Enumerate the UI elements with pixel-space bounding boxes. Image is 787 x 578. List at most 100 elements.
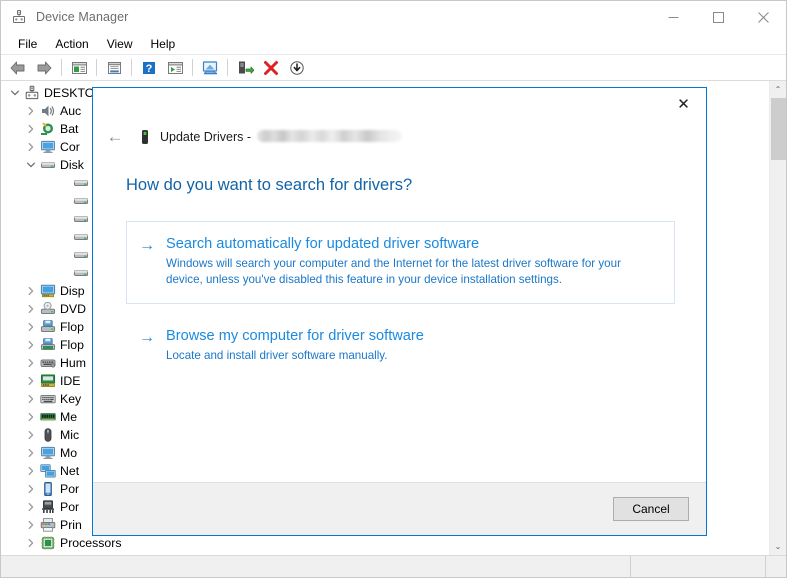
toolbar-separator <box>227 59 228 76</box>
window-title: Device Manager <box>36 10 129 24</box>
arrow-right-icon: → <box>139 329 155 346</box>
disable-device-icon[interactable] <box>285 57 309 79</box>
tree-row-label: DESKTO <box>44 86 95 100</box>
chevron-right-icon[interactable] <box>23 517 39 533</box>
floppy-drive-icon <box>39 319 56 335</box>
tree-row-label: Mic <box>60 428 80 442</box>
toolbar-separator <box>96 59 97 76</box>
dialog-title: Update Drivers - <box>160 130 403 144</box>
chevron-right-icon[interactable] <box>23 463 39 479</box>
dialog-title-bar: ✕ <box>93 88 706 120</box>
chevron-right-icon[interactable] <box>23 319 39 335</box>
cancel-button[interactable]: Cancel <box>613 497 689 521</box>
dvd-drive-icon <box>39 301 56 317</box>
battery-icon <box>39 121 56 137</box>
chevron-right-icon[interactable] <box>23 355 39 371</box>
browse-my-computer-option[interactable]: → Browse my computer for driver software… <box>126 313 675 381</box>
status-segment-2 <box>631 556 766 577</box>
menu-bar: File Action View Help <box>1 33 786 55</box>
dialog-title-prefix: Update Drivers - <box>160 130 255 144</box>
back-icon[interactable] <box>6 57 30 79</box>
chevron-right-icon[interactable] <box>23 337 39 353</box>
chevron-right-icon[interactable] <box>23 301 39 317</box>
option-title: Search automatically for updated driver … <box>166 236 480 252</box>
option-text: Browse my computer for driver software L… <box>166 327 658 364</box>
chevron-down-icon[interactable] <box>7 85 23 101</box>
memory-icon <box>39 409 56 425</box>
show-hide-console-tree-icon[interactable] <box>67 57 91 79</box>
ide-controller-icon <box>39 373 56 389</box>
network-adapter-icon <box>39 463 56 479</box>
update-drivers-dialog: ✕ ← Update Drivers - How do you want to … <box>92 87 707 536</box>
toolbar: ? <box>1 55 786 81</box>
device-manager-icon <box>11 9 27 25</box>
chevron-down-icon[interactable] <box>23 157 39 173</box>
chevron-right-icon[interactable] <box>23 373 39 389</box>
tree-row-label: Bat <box>60 122 79 136</box>
window-title-bar: Device Manager <box>1 1 786 33</box>
forward-icon[interactable] <box>32 57 56 79</box>
menu-file[interactable]: File <box>9 34 46 54</box>
properties-icon[interactable] <box>102 57 126 79</box>
disk-drive-icon <box>72 193 89 209</box>
chevron-right-icon[interactable] <box>23 445 39 461</box>
chevron-right-icon[interactable] <box>23 121 39 137</box>
option-description: Windows will search your computer and th… <box>166 257 621 286</box>
back-arrow-icon[interactable]: ← <box>101 123 129 151</box>
maximize-button[interactable] <box>696 1 741 33</box>
tree-row[interactable]: Processors <box>1 534 769 552</box>
disk-drive-icon <box>72 175 89 191</box>
menu-help[interactable]: Help <box>142 34 185 54</box>
tree-vertical-scrollbar[interactable]: ⌃ ⌄ <box>769 81 786 555</box>
toolbar-separator <box>192 59 193 76</box>
tree-row-label: Mo <box>60 446 78 460</box>
minimize-button[interactable] <box>651 1 696 33</box>
tree-row-label: Flop <box>60 338 84 352</box>
disk-drive-icon <box>72 229 89 245</box>
menu-action[interactable]: Action <box>46 34 97 54</box>
tree-row-label: Key <box>60 392 82 406</box>
tree-row-label: IDE <box>60 374 81 388</box>
option-title: Browse my computer for driver software <box>166 328 424 344</box>
tree-row-label: Processors <box>60 536 122 550</box>
svg-text:?: ? <box>146 63 153 75</box>
mouse-icon <box>39 427 56 443</box>
tree-row-label: Net <box>60 464 80 478</box>
enable-device-icon[interactable] <box>233 57 257 79</box>
redacted-device-name <box>257 130 403 142</box>
dialog-header: ← Update Drivers - <box>93 120 706 154</box>
scrollbar-thumb[interactable] <box>771 98 786 160</box>
scrollbar-up-arrow[interactable]: ⌃ <box>769 81 786 98</box>
status-segment-3 <box>766 556 786 577</box>
search-automatically-option[interactable]: → Search automatically for updated drive… <box>126 221 675 304</box>
chevron-right-icon[interactable] <box>23 499 39 515</box>
tree-row-label: Disp <box>60 284 85 298</box>
menu-view[interactable]: View <box>98 34 142 54</box>
help-icon[interactable]: ? <box>137 57 161 79</box>
tree-row-label: Flop <box>60 320 84 334</box>
dialog-body: How do you want to search for drivers? →… <box>93 154 706 482</box>
portable-device-icon <box>137 129 153 145</box>
chevron-right-icon[interactable] <box>23 481 39 497</box>
computer-icon <box>23 85 40 101</box>
chevron-right-icon[interactable] <box>23 103 39 119</box>
chevron-right-icon[interactable] <box>23 391 39 407</box>
chevron-right-icon[interactable] <box>23 283 39 299</box>
dialog-close-icon[interactable]: ✕ <box>661 88 706 119</box>
chevron-right-icon[interactable] <box>23 409 39 425</box>
tree-row-label: Auc <box>60 104 82 118</box>
scrollbar-down-arrow[interactable]: ⌄ <box>769 538 786 555</box>
close-button[interactable] <box>741 1 786 33</box>
tree-row-label: Me <box>60 410 78 424</box>
scan-for-hardware-changes-icon[interactable] <box>163 57 187 79</box>
chevron-right-icon[interactable] <box>23 139 39 155</box>
tree-row-label: Prin <box>60 518 82 532</box>
chevron-right-icon[interactable] <box>23 427 39 443</box>
disk-drive-icon <box>39 157 56 173</box>
status-segment-main <box>1 556 631 577</box>
uninstall-device-icon[interactable] <box>259 57 283 79</box>
update-driver-icon[interactable] <box>198 57 222 79</box>
chevron-right-icon[interactable] <box>23 535 39 551</box>
